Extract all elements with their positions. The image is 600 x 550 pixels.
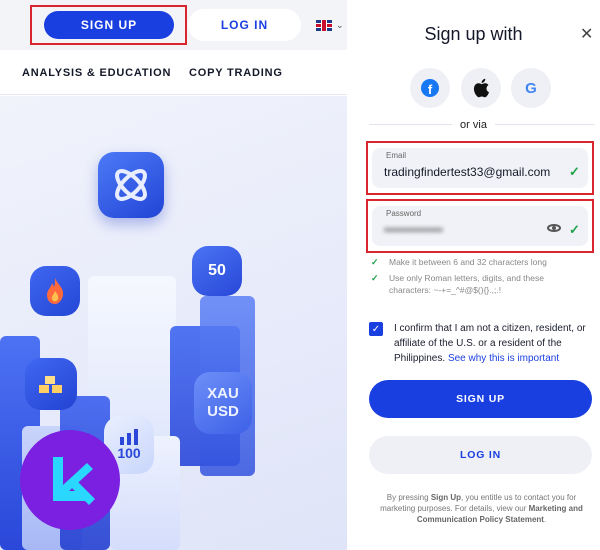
nav-item-analysis-education[interactable]: ANALYSIS & EDUCATION bbox=[22, 67, 171, 79]
rule-check-icon: ✓ bbox=[371, 257, 379, 267]
apple-icon bbox=[473, 78, 489, 98]
language-selector[interactable]: ⌄ bbox=[316, 18, 347, 32]
google-icon: G bbox=[525, 79, 537, 97]
panel-title: Sign up with bbox=[424, 24, 523, 44]
show-password-eye-icon[interactable] bbox=[547, 224, 561, 232]
left-pane: SIGN UP LOG IN ⌄ ANALYSIS & EDUCATION CO… bbox=[0, 0, 347, 550]
tile-xau-label: XAU bbox=[207, 385, 239, 402]
or-via-label: or via bbox=[347, 119, 600, 131]
signup-button[interactable]: SIGN UP bbox=[369, 380, 592, 418]
top-bar: SIGN UP LOG IN ⌄ bbox=[0, 0, 347, 50]
close-icon[interactable]: ✕ bbox=[580, 24, 593, 44]
email-field[interactable]: Email tradingfindertest33@gmail.com ✓ bbox=[372, 148, 588, 188]
marketing-disclaimer: By pressing Sign Up, you entitle us to c… bbox=[380, 493, 583, 524]
apple-button[interactable] bbox=[461, 68, 501, 108]
email-label: Email bbox=[386, 151, 407, 160]
brand-logo-icon bbox=[53, 457, 95, 505]
password-label: Password bbox=[386, 209, 422, 218]
confirm-statement: I confirm that I am not a citizen, resid… bbox=[394, 321, 594, 366]
email-value[interactable]: tradingfindertest33@gmail.com bbox=[384, 165, 550, 179]
rule-text: Make it between 6 and 32 characters long bbox=[389, 257, 547, 267]
main-nav: ANALYSIS & EDUCATION COPY TRADING bbox=[0, 50, 347, 95]
atom-icon bbox=[115, 169, 147, 201]
password-highlight-box: Password •••••••••••••• ✓ bbox=[366, 199, 594, 253]
password-valid-check-icon: ✓ bbox=[569, 222, 580, 237]
hero-50-tile: 50 bbox=[192, 246, 242, 296]
tile-50-label: 50 bbox=[208, 262, 226, 279]
tile-100-label: 100 bbox=[117, 445, 141, 461]
password-value[interactable]: •••••••••••••• bbox=[384, 223, 443, 237]
see-why-link[interactable]: See why this is important bbox=[448, 353, 559, 364]
signup-top-button[interactable]: SIGN UP bbox=[44, 11, 174, 39]
login-top-button[interactable]: LOG IN bbox=[188, 9, 301, 41]
chevron-down-icon: ⌄ bbox=[336, 19, 344, 30]
flame-icon bbox=[47, 278, 64, 304]
rule-text: Use only Roman letters, digits, and thes… bbox=[389, 273, 544, 295]
login-button[interactable]: LOG IN bbox=[369, 436, 592, 474]
gold-bars-icon bbox=[39, 376, 62, 393]
email-valid-check-icon: ✓ bbox=[569, 164, 580, 179]
rule-check-icon: ✓ bbox=[371, 273, 379, 283]
uk-flag-icon bbox=[316, 19, 332, 31]
password-rule-length: ✓ Make it between 6 and 32 characters lo… bbox=[371, 256, 586, 268]
confirm-checkbox[interactable]: ✓ bbox=[369, 322, 383, 336]
bar-chart-icon bbox=[120, 429, 138, 445]
google-button[interactable]: G bbox=[511, 68, 551, 108]
email-highlight-box: Email tradingfindertest33@gmail.com ✓ bbox=[366, 141, 594, 195]
hero-logo-tile bbox=[98, 152, 164, 218]
signup-highlight-box: SIGN UP bbox=[30, 5, 187, 45]
password-field[interactable]: Password •••••••••••••• ✓ bbox=[372, 206, 588, 246]
tile-usd-label: USD bbox=[207, 403, 239, 420]
facebook-button[interactable]: f bbox=[410, 68, 450, 108]
nav-item-copy-trading[interactable]: COPY TRADING bbox=[189, 67, 283, 79]
facebook-icon: f bbox=[421, 79, 439, 97]
brand-logo-badge bbox=[20, 430, 120, 530]
hero-gold-tile bbox=[25, 358, 77, 410]
hero-xau-usd-tile: XAU USD bbox=[194, 372, 252, 434]
password-rule-characters: ✓ Use only Roman letters, digits, and th… bbox=[371, 272, 586, 296]
signup-panel: Sign up with ✕ f G or via Email tradingf… bbox=[347, 0, 600, 550]
hero-flame-tile bbox=[30, 266, 80, 316]
